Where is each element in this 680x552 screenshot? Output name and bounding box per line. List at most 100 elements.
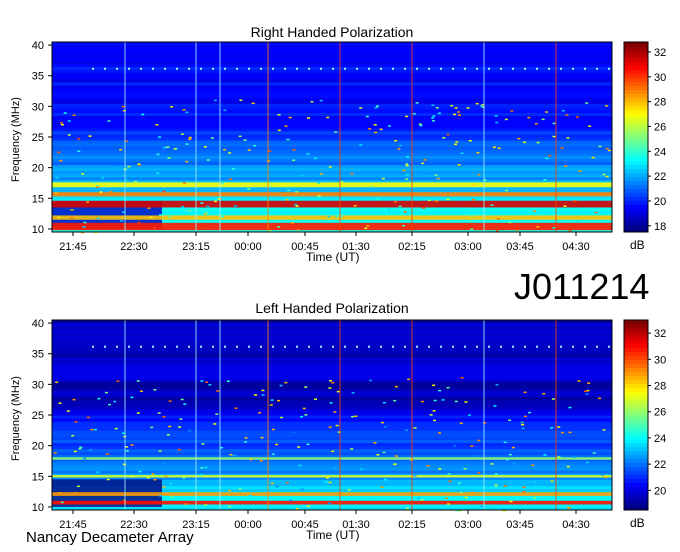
- bottom-speckle: [184, 503, 188, 505]
- top-speckle: [475, 102, 479, 105]
- bottom-speckle: [495, 383, 499, 386]
- top-speckle: [107, 120, 111, 122]
- top-speckle: [505, 189, 509, 192]
- top-speckle: [334, 131, 338, 133]
- top-colorbar-cell: [624, 45, 648, 51]
- top-speckle: [157, 136, 161, 138]
- top-background-cell: [52, 42, 612, 46]
- top-speckle: [267, 160, 271, 162]
- bottom-colorbar-tick-label: 30: [654, 354, 666, 366]
- top-speckle: [561, 109, 565, 112]
- top-speckle: [206, 159, 210, 161]
- bottom-y-tick-label: 20: [32, 441, 44, 453]
- top-background-cell: [52, 109, 612, 113]
- top-background-cell: [52, 118, 612, 123]
- bottom-background-cell: [52, 445, 612, 450]
- bottom-interference-dot: [368, 345, 370, 348]
- bottom-interference-dot: [416, 345, 418, 348]
- top-speckle: [223, 148, 227, 151]
- bottom-colorbar-tick-label: 26: [654, 407, 666, 419]
- bottom-background-cell: [52, 436, 612, 441]
- top-interference-dot: [476, 67, 478, 70]
- top-interference-dot: [368, 67, 370, 70]
- top-interference-dot: [596, 67, 598, 70]
- top-speckle: [214, 200, 218, 203]
- top-speckle: [419, 124, 423, 127]
- bottom-interference-dot: [608, 345, 610, 348]
- bottom-x-tick-label: 03:45: [506, 519, 534, 531]
- top-background-cell: [52, 91, 612, 95]
- bottom-speckle: [360, 468, 364, 471]
- bottom-speckle: [248, 494, 252, 497]
- top-speckle: [185, 111, 189, 114]
- bottom-background-cell: [52, 372, 612, 376]
- top-colorbar-cell: [624, 81, 648, 87]
- top-colorbar-cell: [624, 49, 648, 55]
- bottom-colorbar-cell: [624, 371, 648, 376]
- top-speckle: [373, 131, 377, 134]
- bottom-speckle: [269, 404, 273, 406]
- bottom-speckle: [226, 380, 230, 383]
- bottom-speckle: [58, 402, 62, 404]
- top-interference-dot: [572, 67, 574, 70]
- top-speckle: [563, 205, 567, 207]
- top-speckle: [423, 159, 427, 161]
- top-speckle: [497, 147, 501, 150]
- top-colorbar-cell: [624, 140, 648, 146]
- bottom-interference-dot: [596, 345, 598, 348]
- top-speckle: [83, 221, 87, 224]
- bottom-interference-dot: [452, 345, 454, 348]
- top-speckle: [247, 149, 251, 151]
- top-colorbar-tick-label: 32: [654, 47, 666, 59]
- top-colorbar-tick-label: 28: [654, 97, 666, 109]
- bottom-speckle: [228, 489, 232, 492]
- bottom-colorbar-cell: [624, 351, 648, 357]
- bottom-speckle: [205, 381, 209, 383]
- top-speckle: [421, 207, 425, 209]
- top-speckle: [127, 165, 131, 168]
- top-speckle: [57, 216, 61, 219]
- bottom-speckle: [116, 380, 120, 382]
- top-colorbar-cell: [624, 42, 648, 47]
- bottom-speckle: [432, 410, 436, 412]
- bottom-colorbar-tick-label: 22: [654, 459, 666, 471]
- bottom-interference-dot: [116, 345, 118, 348]
- top-speckle: [137, 163, 141, 165]
- top-colorbar-cell: [624, 101, 648, 106]
- bottom-background-cell: [52, 451, 612, 456]
- bottom-background-cell: [52, 405, 612, 410]
- bottom-colorbar-cell: [624, 363, 648, 368]
- bottom-speckle: [453, 444, 457, 447]
- top-speckle: [494, 115, 498, 117]
- bottom-speckle: [295, 507, 299, 510]
- bottom-speckle: [136, 380, 140, 382]
- top-speckle: [552, 122, 556, 125]
- bottom-interference-dot: [524, 345, 526, 348]
- top-speckle: [231, 168, 235, 170]
- top-speckle: [239, 99, 243, 102]
- top-speckle: [405, 213, 409, 216]
- top-speckle: [70, 209, 74, 211]
- bottom-colorbar-cell: [624, 375, 648, 380]
- bottom-speckle: [271, 453, 275, 455]
- bottom-interference-dot: [392, 345, 394, 348]
- top-speckle: [536, 141, 540, 144]
- top-speckle: [96, 184, 100, 187]
- bottom-speckle: [522, 486, 526, 489]
- bottom-speckle: [300, 488, 304, 491]
- bottom-speckle: [333, 411, 337, 413]
- top-colorbar-cell: [624, 144, 648, 150]
- top-speckle: [472, 183, 476, 186]
- top-speckle: [365, 115, 369, 118]
- bottom-interference-dot: [488, 345, 490, 348]
- top-background-cell: [52, 137, 612, 141]
- bottom-speckle: [73, 450, 77, 453]
- top-speckle: [319, 173, 323, 175]
- bottom-speckle: [60, 501, 64, 504]
- top-speckle: [405, 164, 409, 167]
- top-colorbar-cell: [624, 109, 648, 114]
- top-speckle: [223, 109, 227, 112]
- bottom-colorbar-cell: [624, 430, 648, 436]
- top-background-cell: [52, 170, 612, 175]
- bottom-speckle: [122, 499, 126, 502]
